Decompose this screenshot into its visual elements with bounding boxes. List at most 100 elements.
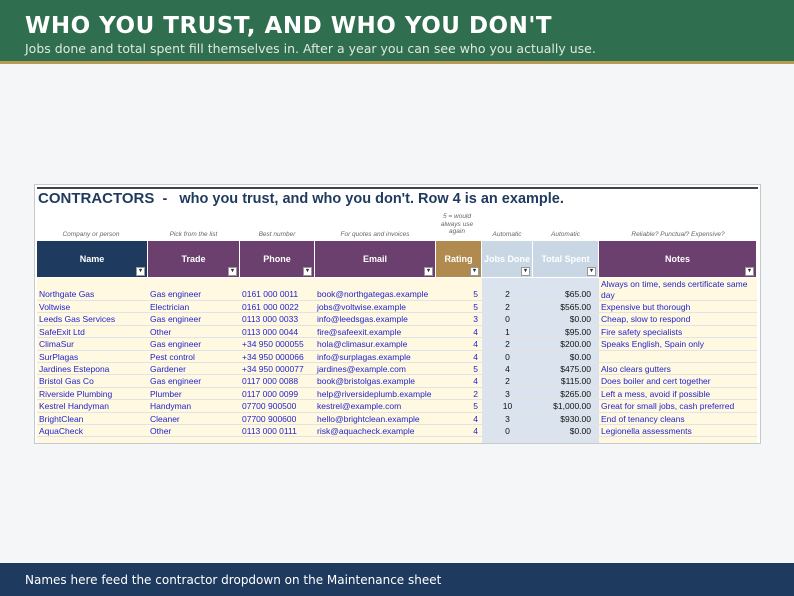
cell-phone[interactable]: +34 950 000077 (240, 363, 315, 376)
cell-empty[interactable] (37, 437, 148, 443)
cell-notes[interactable]: Left a mess, avoid if possible (599, 387, 757, 401)
cell-spent[interactable]: $475.00 (533, 363, 599, 376)
cell-spent[interactable]: $930.00 (533, 412, 599, 425)
cell-email[interactable]: hola@climasur.example (315, 338, 436, 351)
cell-notes[interactable]: Expensive but thorough (599, 301, 757, 314)
cell-phone[interactable]: 07700 900500 (240, 400, 315, 413)
cell-name[interactable]: Jardines Estepona (37, 363, 148, 376)
cell-rating[interactable]: 5 (436, 278, 482, 301)
filter-dropdown-icon[interactable]: ▾ (303, 267, 312, 276)
cell-phone[interactable]: 0161 000 0022 (240, 301, 315, 314)
column-header-jobs[interactable]: Jobs Done ▾ (482, 241, 533, 277)
cell-email[interactable]: kestrel@example.com (315, 400, 436, 413)
cell-empty[interactable] (240, 437, 315, 443)
cell-trade[interactable]: Pest control (148, 350, 240, 363)
cell-email[interactable]: risk@aquacheck.example (315, 425, 436, 438)
cell-rating[interactable]: 4 (436, 325, 482, 339)
cell-email[interactable]: jardines@example.com (315, 363, 436, 376)
cell-name[interactable]: SafeExit Ltd (37, 325, 148, 339)
filter-dropdown-icon[interactable]: ▾ (587, 267, 596, 276)
filter-dropdown-icon[interactable]: ▾ (521, 267, 530, 276)
cell-notes[interactable]: Also clears gutters (599, 363, 757, 376)
cell-rating[interactable]: 5 (436, 363, 482, 376)
cell-name[interactable]: Leeds Gas Services (37, 313, 148, 326)
cell-empty[interactable] (482, 437, 533, 443)
filter-dropdown-icon[interactable]: ▾ (424, 267, 433, 276)
cell-notes[interactable]: Great for small jobs, cash preferred (599, 400, 757, 413)
cell-trade[interactable]: Gas engineer (148, 375, 240, 388)
cell-empty[interactable] (148, 437, 240, 443)
cell-rating[interactable]: 2 (436, 387, 482, 401)
cell-phone[interactable]: 0117 000 0088 (240, 375, 315, 388)
cell-jobs[interactable]: 0 (482, 425, 533, 438)
column-header-email[interactable]: Email ▾ (315, 241, 436, 277)
cell-jobs[interactable]: 4 (482, 363, 533, 376)
cell-trade[interactable]: Handyman (148, 400, 240, 413)
cell-rating[interactable]: 4 (436, 412, 482, 425)
cell-empty[interactable] (599, 437, 757, 443)
cell-jobs[interactable]: 2 (482, 375, 533, 388)
column-header-notes[interactable]: Notes ▾ (599, 241, 757, 277)
cell-rating[interactable]: 3 (436, 313, 482, 326)
cell-spent[interactable]: $0.00 (533, 313, 599, 326)
cell-email[interactable]: fire@safeexit.example (315, 325, 436, 339)
cell-phone[interactable]: 07700 900600 (240, 412, 315, 425)
cell-empty[interactable] (315, 437, 436, 443)
cell-jobs[interactable]: 3 (482, 412, 533, 425)
cell-notes[interactable]: Does boiler and cert together (599, 375, 757, 388)
cell-jobs[interactable]: 3 (482, 387, 533, 401)
cell-jobs[interactable]: 10 (482, 400, 533, 413)
cell-rating[interactable]: 5 (436, 400, 482, 413)
cell-email[interactable]: info@surplagas.example (315, 350, 436, 363)
column-header-trade[interactable]: Trade ▾ (148, 241, 240, 277)
filter-dropdown-icon[interactable]: ▾ (470, 267, 479, 276)
cell-empty[interactable] (533, 437, 599, 443)
cell-name[interactable]: Bristol Gas Co (37, 375, 148, 388)
cell-notes[interactable]: Always on time, sends certificate same d… (599, 278, 757, 301)
cell-jobs[interactable]: 1 (482, 325, 533, 339)
cell-trade[interactable]: Gardener (148, 363, 240, 376)
cell-rating[interactable]: 4 (436, 375, 482, 388)
cell-trade[interactable]: Other (148, 425, 240, 438)
cell-trade[interactable]: Plumber (148, 387, 240, 401)
filter-dropdown-icon[interactable]: ▾ (745, 267, 754, 276)
cell-trade[interactable]: Gas engineer (148, 278, 240, 301)
cell-name[interactable]: AquaCheck (37, 425, 148, 438)
cell-trade[interactable]: Gas engineer (148, 313, 240, 326)
cell-notes[interactable]: Speaks English, Spain only (599, 338, 757, 351)
cell-notes[interactable] (599, 350, 757, 363)
column-header-name[interactable]: Name ▾ (37, 241, 148, 277)
cell-email[interactable]: help@riversideplumb.example (315, 387, 436, 401)
cell-phone[interactable]: 0113 000 0033 (240, 313, 315, 326)
cell-trade[interactable]: Other (148, 325, 240, 339)
cell-spent[interactable]: $0.00 (533, 350, 599, 363)
cell-email[interactable]: hello@brightclean.example (315, 412, 436, 425)
cell-phone[interactable]: 0161 000 0011 (240, 278, 315, 301)
cell-notes[interactable]: End of tenancy cleans (599, 412, 757, 425)
cell-empty[interactable] (436, 437, 482, 443)
cell-email[interactable]: book@northgategas.example (315, 278, 436, 301)
cell-jobs[interactable]: 2 (482, 278, 533, 301)
cell-trade[interactable]: Electrician (148, 301, 240, 314)
cell-spent[interactable]: $0.00 (533, 425, 599, 438)
cell-name[interactable]: Kestrel Handyman (37, 400, 148, 413)
filter-dropdown-icon[interactable]: ▾ (136, 267, 145, 276)
cell-phone[interactable]: +34 950 000066 (240, 350, 315, 363)
cell-email[interactable]: jobs@voltwise.example (315, 301, 436, 314)
cell-rating[interactable]: 4 (436, 338, 482, 351)
cell-rating[interactable]: 4 (436, 350, 482, 363)
cell-spent[interactable]: $565.00 (533, 301, 599, 314)
cell-jobs[interactable]: 0 (482, 350, 533, 363)
cell-notes[interactable]: Fire safety specialists (599, 325, 757, 339)
cell-name[interactable]: ClimaSur (37, 338, 148, 351)
cell-phone[interactable]: 0117 000 0099 (240, 387, 315, 401)
cell-email[interactable]: info@leedsgas.example (315, 313, 436, 326)
cell-email[interactable]: book@bristolgas.example (315, 375, 436, 388)
cell-phone[interactable]: 0113 000 0111 (240, 425, 315, 438)
cell-name[interactable]: Voltwise (37, 301, 148, 314)
cell-trade[interactable]: Cleaner (148, 412, 240, 425)
cell-name[interactable]: SurPlagas (37, 350, 148, 363)
cell-trade[interactable]: Gas engineer (148, 338, 240, 351)
cell-name[interactable]: Riverside Plumbing (37, 387, 148, 401)
cell-name[interactable]: Northgate Gas (37, 278, 148, 301)
